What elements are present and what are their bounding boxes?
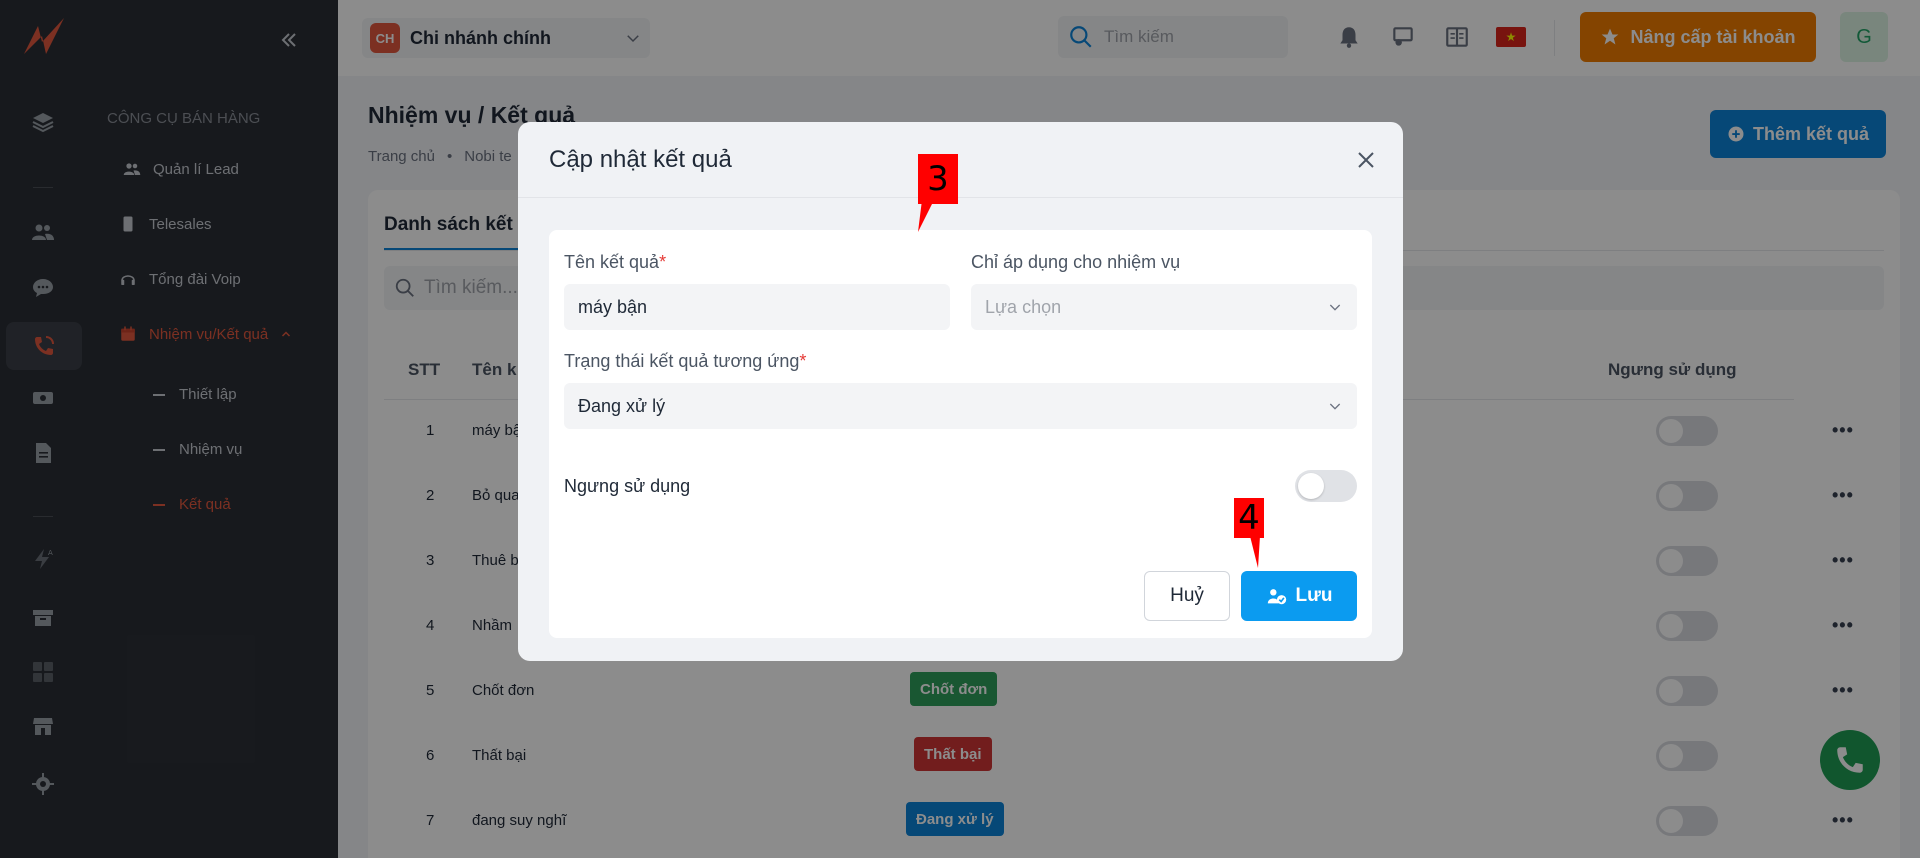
chevron-down-icon xyxy=(1329,403,1341,410)
disabled-label: Ngưng sử dụng xyxy=(564,476,691,496)
required-mark: * xyxy=(659,252,667,272)
result-name-input[interactable]: máy bận xyxy=(564,284,950,330)
cancel-button[interactable]: Huỷ xyxy=(1144,571,1230,621)
apply-task-select[interactable]: Lựa chọn xyxy=(971,284,1357,330)
label-text: Trạng thái kết quả tương ứng xyxy=(564,351,800,371)
required-mark: * xyxy=(799,351,807,371)
save-label: Lưu xyxy=(1295,585,1333,606)
chevron-down-icon xyxy=(1329,304,1341,311)
apply-task-label: Chỉ áp dụng cho nhiệm vụ xyxy=(971,252,1181,272)
result-status-label: Trạng thái kết quả tương ứng* xyxy=(564,351,806,372)
annotation-pointer-icon xyxy=(918,200,934,232)
disabled-toggle[interactable] xyxy=(1295,470,1357,502)
result-name-value: máy bận xyxy=(578,296,648,317)
dialog-header: Cập nhật kết quả xyxy=(518,122,1403,198)
annotation-marker: 3 xyxy=(918,154,958,204)
label-text: Tên kết quả xyxy=(564,252,660,272)
close-icon[interactable] xyxy=(1354,148,1378,172)
apply-task-placeholder: Lựa chọn xyxy=(985,296,1062,317)
result-name-label: Tên kết quả* xyxy=(564,252,666,273)
result-status-value: Đang xử lý xyxy=(578,395,666,416)
dialog-form: Tên kết quả* máy bận Chỉ áp dụng cho nhi… xyxy=(549,230,1372,638)
dialog-title: Cập nhật kết quả xyxy=(549,146,732,173)
users-check-icon xyxy=(1267,589,1286,605)
annotation-pointer-icon xyxy=(1250,536,1260,568)
annotation-marker: 4 xyxy=(1234,498,1264,538)
save-button[interactable]: Lưu xyxy=(1241,571,1357,621)
result-status-select[interactable]: Đang xử lý xyxy=(564,383,1357,429)
update-result-dialog: Cập nhật kết quả Tên kết quả* máy bận Ch… xyxy=(518,122,1403,661)
